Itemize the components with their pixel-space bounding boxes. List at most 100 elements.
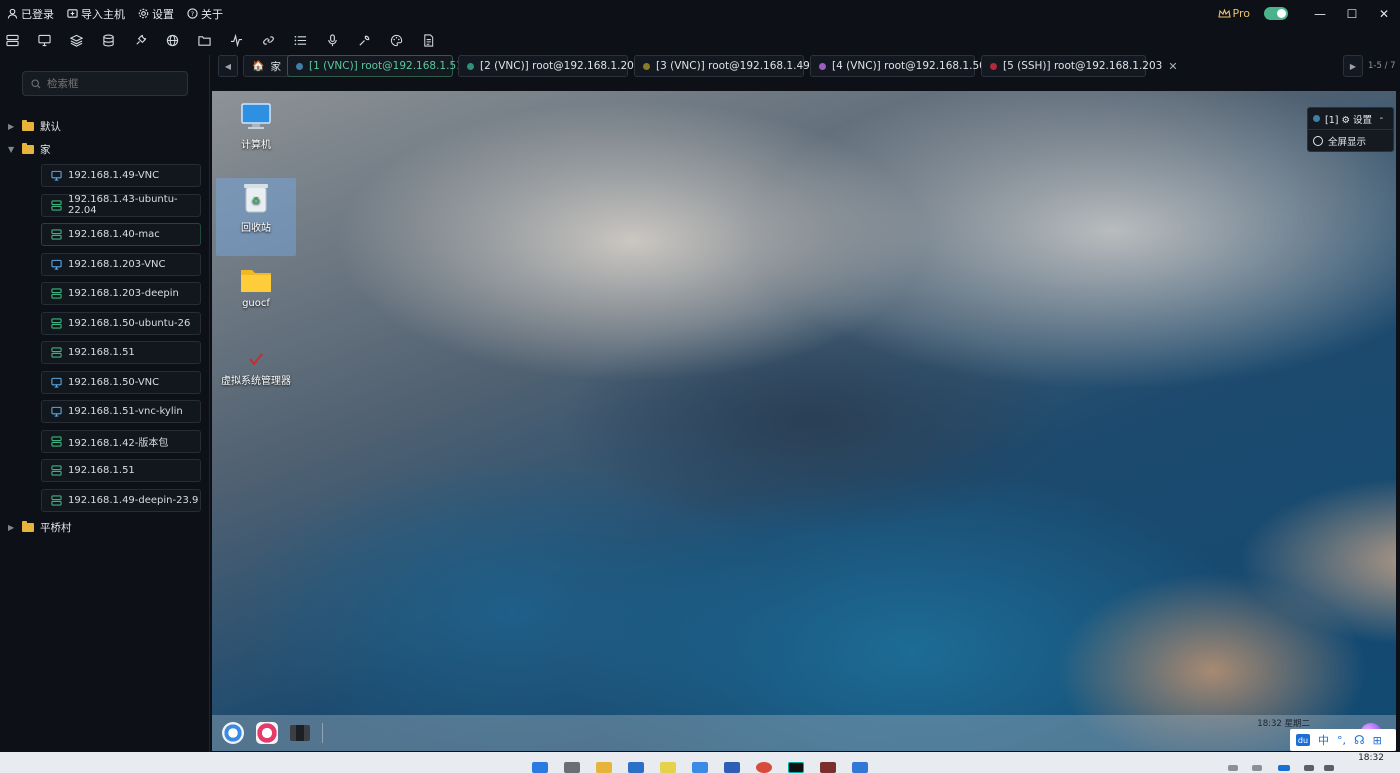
search-box[interactable] bbox=[22, 71, 188, 96]
server-icon bbox=[51, 288, 62, 299]
toolbar-layers-button[interactable] bbox=[70, 28, 102, 52]
menu-about[interactable]: ? 关于 bbox=[187, 6, 223, 22]
ime-punctuation[interactable]: °, bbox=[1337, 734, 1346, 747]
launcher-icon[interactable] bbox=[222, 722, 244, 744]
session-tab[interactable]: [3 (VNC)] root@192.168.1.49✕ bbox=[634, 55, 825, 77]
desktop-icon-recycle-bin-label: 回收站 bbox=[241, 223, 271, 234]
tabs-scroll-left-button[interactable]: ◀ bbox=[218, 55, 238, 77]
session-tab[interactable]: [2 (VNC)] root@192.168.1.203✕ bbox=[458, 55, 656, 77]
chrome-icon[interactable] bbox=[756, 762, 772, 773]
toolbar-database-button[interactable] bbox=[102, 28, 134, 52]
ime-toolbar: du 中 °, ☊ ⊞ bbox=[1290, 729, 1396, 751]
ime-logo-icon[interactable]: du bbox=[1296, 734, 1310, 746]
wrench-icon bbox=[359, 35, 370, 46]
host-item[interactable]: 192.168.1.203-deepin bbox=[41, 282, 201, 305]
host-item[interactable]: 192.168.1.51-vnc-kylin bbox=[41, 400, 201, 423]
terminal-app-icon[interactable] bbox=[788, 762, 804, 773]
toolbar-palette-button[interactable] bbox=[390, 28, 422, 52]
host-item[interactable]: 192.168.1.51 bbox=[41, 459, 201, 482]
toolbar-wrench-button[interactable] bbox=[358, 28, 390, 52]
host-item[interactable]: 192.168.1.50-VNC bbox=[41, 370, 201, 394]
fullscreen-option[interactable]: 全屏显示 bbox=[1308, 130, 1393, 152]
tray-volume-icon[interactable] bbox=[1324, 765, 1334, 771]
remote-desktop-view[interactable]: 计算机 ♻ 回收站 guocf 虚拟系统管理器 18:32 星期二 20 bbox=[212, 91, 1396, 751]
network-app-icon[interactable] bbox=[852, 762, 868, 773]
search-input[interactable] bbox=[47, 77, 177, 90]
menu-logged-in[interactable]: 已登录 bbox=[7, 6, 54, 22]
gear-icon bbox=[138, 8, 149, 19]
remote-taskbar: 18:32 星期二 20 bbox=[212, 715, 1396, 751]
desktop-icon-virt-manager[interactable]: 虚拟系统管理器 bbox=[216, 353, 296, 401]
toolbar-plug-button[interactable] bbox=[134, 28, 166, 52]
host-item[interactable]: 192.168.1.51 bbox=[41, 341, 201, 364]
session-tab[interactable]: [5 (SSH)] root@192.168.1.203 ✕ bbox=[981, 55, 1178, 77]
mail-icon[interactable] bbox=[692, 762, 708, 773]
file-explorer-icon[interactable] bbox=[596, 762, 612, 773]
host-item[interactable]: 192.168.1.43-ubuntu-22.04 bbox=[41, 193, 201, 217]
host-item[interactable]: 192.168.1.49-deepin-23.9 bbox=[41, 488, 201, 512]
pro-badge[interactable]: Pro bbox=[1217, 7, 1250, 20]
session-tab-label: [1 (VNC)] root@192.168.1.51 bbox=[309, 60, 463, 72]
host-item[interactable]: 192.168.1.203-VNC bbox=[41, 252, 201, 276]
session-tab[interactable]: [1 (VNC)] root@192.168.1.51✕ bbox=[287, 55, 478, 77]
menu-about-label: 关于 bbox=[201, 7, 223, 21]
toolbar-hosts-button[interactable] bbox=[6, 28, 38, 52]
toolbar-microphone-button[interactable] bbox=[326, 28, 358, 52]
toolbar-document-button[interactable] bbox=[422, 28, 454, 52]
ime-grid-icon[interactable]: ⊞ bbox=[1373, 734, 1382, 747]
multitask-view-icon[interactable] bbox=[290, 725, 310, 741]
host-item[interactable]: 192.168.1.42-版本包 bbox=[41, 429, 201, 453]
session-tab[interactable]: [4 (VNC)] root@192.168.1.50✕ bbox=[810, 55, 1001, 77]
notes-icon[interactable] bbox=[660, 762, 676, 773]
windows-start-icon[interactable] bbox=[532, 762, 548, 773]
monitor-icon bbox=[38, 34, 51, 46]
game-app-icon[interactable] bbox=[820, 762, 836, 773]
toolbar-activity-button[interactable] bbox=[230, 28, 262, 52]
minimize-button[interactable]: — bbox=[1304, 0, 1336, 27]
host-item-label: 192.168.1.42-版本包 bbox=[68, 437, 169, 449]
task-view-icon[interactable] bbox=[564, 762, 580, 773]
toolbar-link-button[interactable] bbox=[262, 28, 294, 52]
close-icon[interactable]: ✕ bbox=[1168, 60, 1177, 73]
toolbar-monitor-button[interactable] bbox=[38, 28, 70, 52]
import-icon bbox=[67, 9, 78, 18]
tray-ime-icon[interactable] bbox=[1252, 765, 1262, 771]
vnc-panel-header[interactable]: [1] ⚙ 设置 - bbox=[1308, 108, 1393, 130]
maximize-button[interactable]: ☐ bbox=[1336, 0, 1368, 27]
browser-icon[interactable] bbox=[256, 722, 278, 744]
menu-import-host[interactable]: 导入主机 bbox=[67, 6, 125, 22]
list-icon bbox=[294, 35, 307, 45]
theme-toggle[interactable] bbox=[1264, 7, 1288, 20]
layers-icon bbox=[70, 34, 83, 47]
tray-baidu-ime-icon[interactable] bbox=[1278, 765, 1290, 771]
tray-network-icon[interactable] bbox=[1304, 765, 1314, 771]
ime-user-icon[interactable]: ☊ bbox=[1354, 733, 1365, 747]
group-pingqiao[interactable]: ▶ 平桥村 bbox=[8, 517, 72, 537]
ime-mode-zh[interactable]: 中 bbox=[1318, 732, 1329, 748]
host-item[interactable]: 192.168.1.40-mac bbox=[41, 223, 201, 246]
host-item[interactable]: 192.168.1.50-ubuntu-26 bbox=[41, 311, 201, 335]
toolbar-list-button[interactable] bbox=[294, 28, 326, 52]
tray-chevron-icon[interactable] bbox=[1228, 765, 1238, 771]
group-home[interactable]: ▼ 家 bbox=[8, 139, 51, 159]
host-item[interactable]: 192.168.1.49-VNC bbox=[41, 164, 201, 187]
computer-icon bbox=[241, 103, 271, 129]
search-icon bbox=[31, 78, 41, 88]
sidebar: ▶ 默认 ▼ 家 192.168.1.49-VNC 192.168.1.43-ub… bbox=[0, 55, 210, 752]
menu-settings[interactable]: 设置 bbox=[138, 6, 174, 22]
m-app-icon[interactable] bbox=[724, 762, 740, 773]
monitor-icon bbox=[51, 170, 62, 181]
tab-home[interactable]: 🏠 家 bbox=[243, 55, 293, 77]
host-clock[interactable]: 18:32 bbox=[1358, 753, 1384, 763]
group-default[interactable]: ▶ 默认 bbox=[8, 116, 61, 136]
tabs-scroll-right-button[interactable]: ▶ bbox=[1343, 55, 1363, 77]
close-button[interactable]: ✕ bbox=[1368, 0, 1400, 27]
desktop-icon-recycle-bin[interactable]: ♻ 回收站 bbox=[216, 178, 296, 256]
toolbar-globe-button[interactable] bbox=[166, 28, 198, 52]
desktop-icon-folder[interactable]: guocf bbox=[216, 267, 296, 325]
caret-right-icon: ▶ bbox=[8, 121, 15, 131]
desktop-icon-computer[interactable]: 计算机 bbox=[216, 103, 296, 165]
collapse-icon[interactable]: - bbox=[1380, 113, 1383, 124]
store-icon[interactable] bbox=[628, 762, 644, 773]
toolbar-folder-button[interactable] bbox=[198, 28, 230, 52]
